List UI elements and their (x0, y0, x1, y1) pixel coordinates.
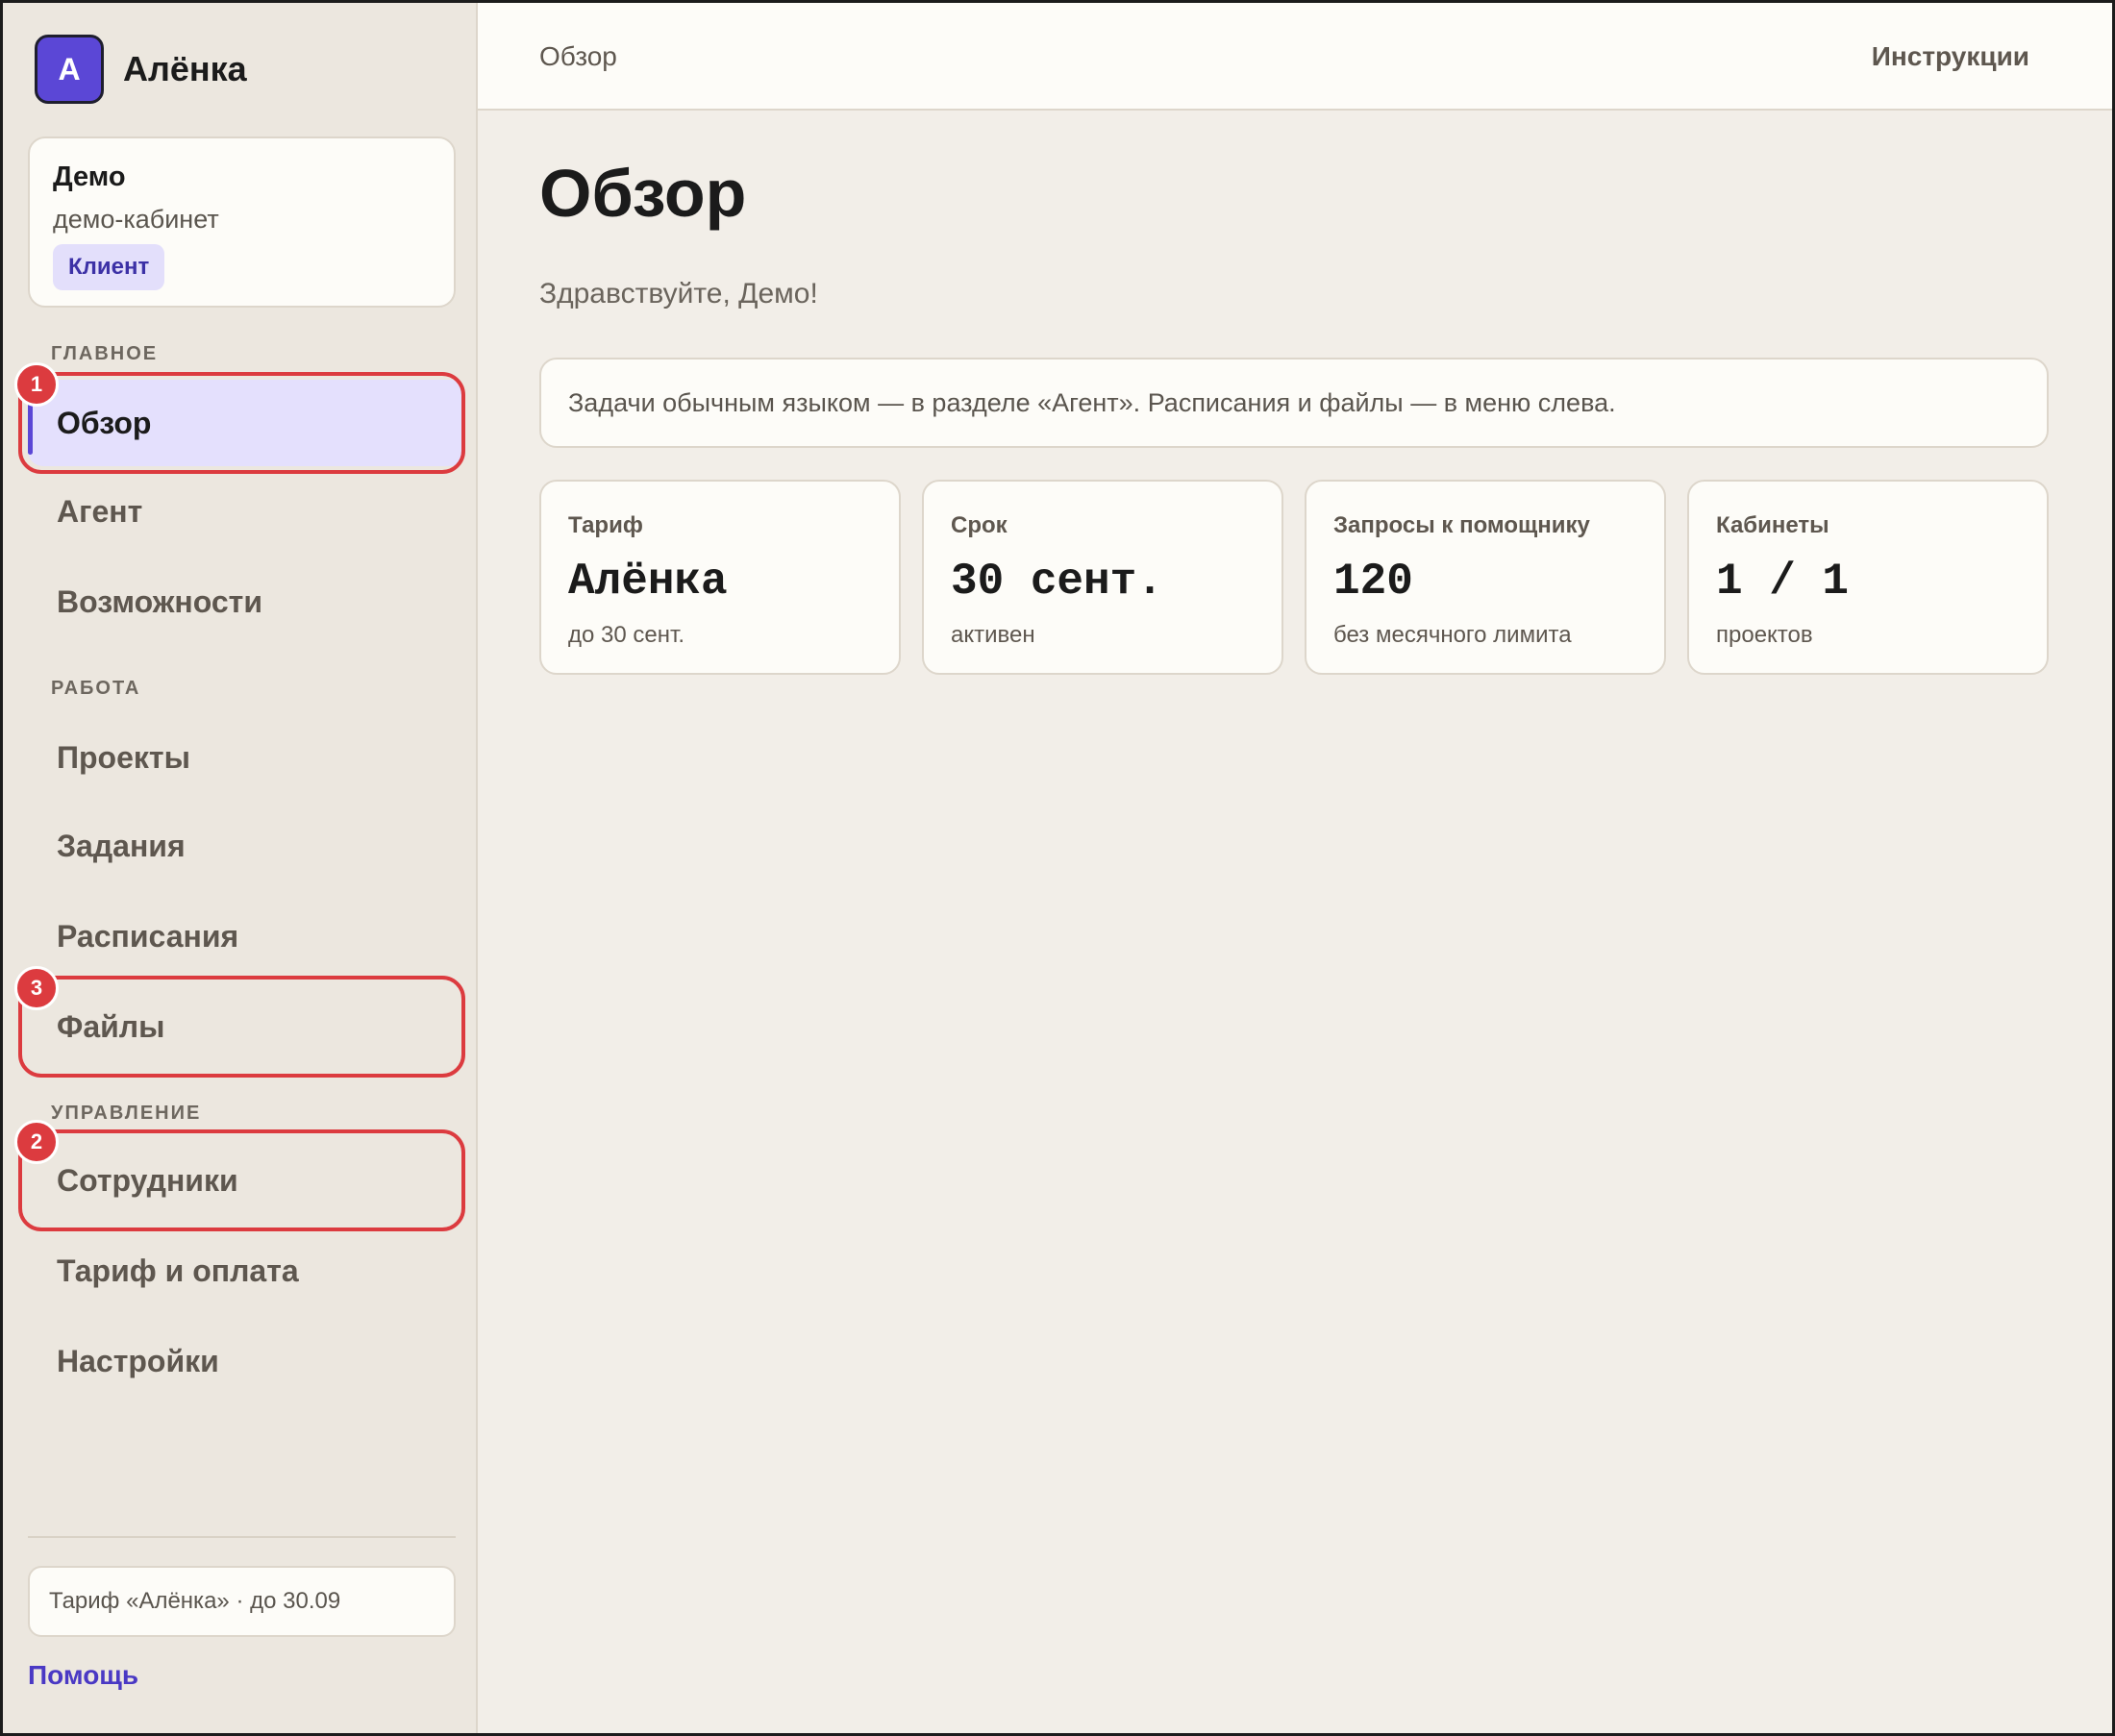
account-subtitle: демо-кабинет (53, 205, 219, 234)
section-label-management: УПРАВЛЕНИЕ (51, 1103, 202, 1124)
breadcrumb: Обзор (539, 41, 617, 71)
account-name: Демо (53, 161, 126, 192)
greeting-text: Здравствуйте, Демо! (539, 278, 818, 310)
sidebar-item-label: Агент (57, 493, 143, 529)
stat-sub: без месячного лимита (1333, 622, 1572, 648)
info-banner: Задачи обычным языком — в разделе «Агент… (539, 358, 2049, 448)
brand-avatar: А (35, 35, 104, 104)
sidebar-item-features[interactable]: Возможности (28, 558, 465, 645)
stat-sub: до 30 сент. (568, 622, 684, 648)
role-badge: Клиент (53, 244, 165, 290)
main-content: Обзор Инструкции Обзор Здравствуйте, Дем… (478, 3, 2112, 1733)
sidebar-item-billing[interactable]: Тариф и оплата (28, 1228, 465, 1314)
sidebar-item-label: Настройки (57, 1343, 219, 1378)
sidebar-item-schedules[interactable]: Расписания (28, 893, 465, 980)
stat-label: Запросы к помощнику (1333, 512, 1590, 538)
brand-name: Алёнка (123, 49, 247, 88)
stat-sub: проектов (1716, 622, 1813, 648)
sidebar-item-agent[interactable]: Агент (28, 468, 465, 555)
annotation-marker-2: 2 (14, 1120, 59, 1164)
stat-sub: активен (951, 622, 1035, 648)
sidebar-item-label: Тариф и оплата (57, 1252, 299, 1288)
info-banner-text: Задачи обычным языком — в разделе «Агент… (568, 387, 1616, 417)
sidebar-item-label: Обзор (57, 405, 152, 440)
plan-summary[interactable]: Тариф «Алёнка» · до 30.09 (28, 1566, 456, 1637)
section-label-work: РАБОТА (51, 678, 141, 699)
sidebar-item-label: Задания (57, 828, 186, 863)
page-title: Обзор (539, 156, 747, 231)
stat-label: Срок (951, 512, 1008, 538)
sidebar-item-files[interactable]: Файлы (28, 983, 465, 1070)
app-window: А Алёнка Демо демо-кабинет Клиент ГЛАВНО… (0, 0, 2115, 1736)
sidebar-item-label: Расписания (57, 918, 239, 954)
sidebar-item-label: Возможности (57, 583, 262, 619)
sidebar-item-tasks[interactable]: Задания (28, 803, 465, 889)
stat-card-requests: Запросы к помощнику 120 без месячного ли… (1305, 480, 1666, 675)
sidebar-item-employees[interactable]: Сотрудники (28, 1137, 465, 1224)
topbar: Обзор Инструкции (478, 3, 2112, 111)
account-card[interactable]: Демо демо-кабинет Клиент (28, 136, 456, 308)
sidebar-item-label: Проекты (57, 739, 190, 775)
sidebar: А Алёнка Демо демо-кабинет Клиент ГЛАВНО… (3, 3, 478, 1733)
annotation-marker-1: 1 (14, 362, 59, 407)
section-label-main: ГЛАВНОЕ (51, 343, 159, 364)
stat-value: 1 / 1 (1716, 557, 1850, 607)
instructions-link[interactable]: Инструкции (1872, 41, 2029, 72)
sidebar-item-label: Файлы (57, 1008, 165, 1044)
stat-value: 30 сент. (951, 557, 1163, 607)
stat-label: Тариф (568, 512, 643, 538)
annotation-marker-3: 3 (14, 966, 59, 1010)
stat-value: 120 (1333, 557, 1413, 607)
stat-card-cabinets: Кабинеты 1 / 1 проектов (1687, 480, 2049, 675)
help-link[interactable]: Помощь (28, 1660, 138, 1691)
stat-value: Алёнка (568, 557, 728, 607)
stat-label: Кабинеты (1716, 512, 1829, 538)
sidebar-item-overview[interactable]: Обзор (28, 380, 465, 466)
brand[interactable]: А Алёнка (35, 35, 247, 104)
sidebar-item-label: Сотрудники (57, 1162, 238, 1198)
sidebar-item-settings[interactable]: Настройки (28, 1318, 465, 1404)
stat-card-term: Срок 30 сент. активен (922, 480, 1283, 675)
sidebar-divider (28, 1536, 456, 1538)
sidebar-item-projects[interactable]: Проекты (28, 714, 465, 801)
stat-card-plan: Тариф Алёнка до 30 сент. (539, 480, 901, 675)
